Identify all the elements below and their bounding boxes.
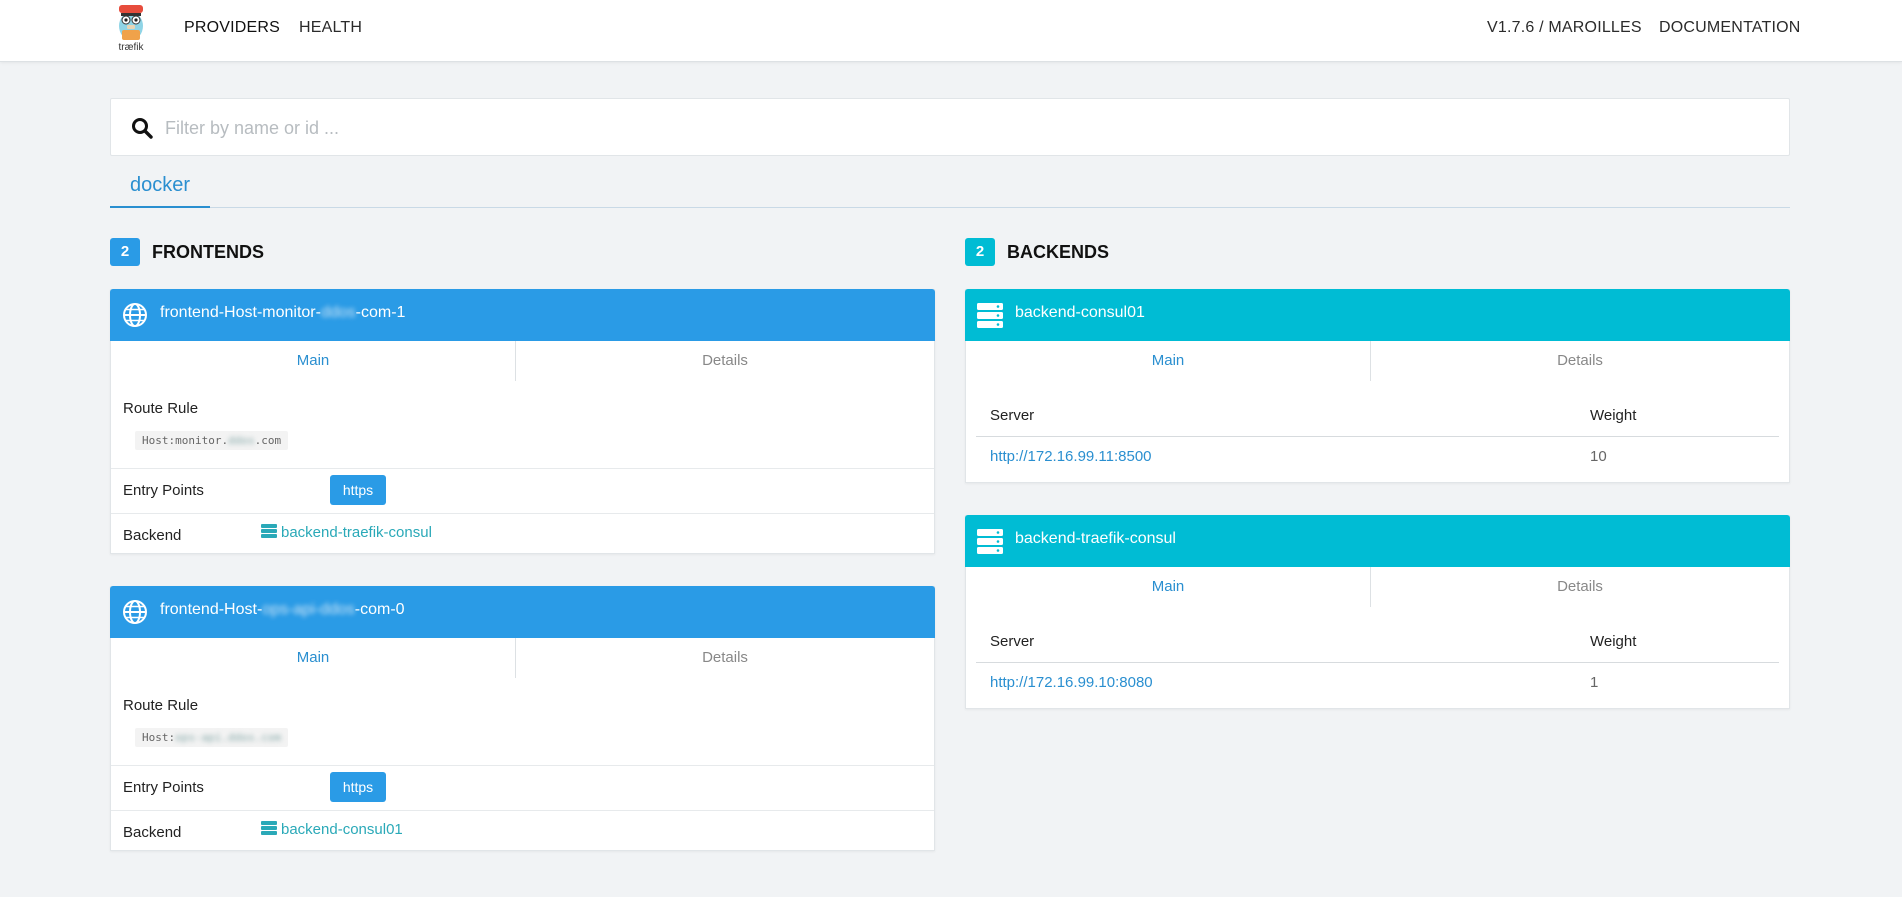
- backend-name: backend-consul01: [1015, 304, 1145, 321]
- search-bar: [110, 98, 1790, 156]
- tab-details[interactable]: Details: [1371, 567, 1789, 607]
- server-icon: [977, 529, 1003, 554]
- table-divider: [976, 662, 1779, 663]
- row-divider: [111, 513, 934, 514]
- logo-text: træfik: [118, 42, 144, 53]
- entry-points-label: Entry Points: [123, 482, 204, 499]
- frontend-card: frontend-Host-ops-api-ddos-com-0 Main De…: [110, 586, 935, 851]
- tab-details[interactable]: Details: [516, 341, 934, 381]
- frontend-name-prefix: frontend-Host-: [160, 601, 263, 618]
- server-icon: [261, 821, 277, 835]
- globe-icon: [123, 303, 147, 327]
- server-url-link[interactable]: http://172.16.99.11:8500: [990, 448, 1152, 465]
- column-header-server: Server: [990, 633, 1035, 650]
- route-rule-value: Host:monitor.ddos.com: [135, 431, 289, 450]
- frontend-name-suffix: -com-1: [355, 304, 406, 321]
- server-icon: [261, 524, 277, 538]
- frontend-name: frontend-Host-ops-api-ddos-com-0: [160, 601, 405, 619]
- frontends-count-badge: 2: [110, 238, 140, 266]
- tab-details[interactable]: Details: [516, 638, 934, 678]
- route-rule-masked: ops-api.ddos.com: [175, 731, 282, 744]
- backend-link-text: backend-consul01: [281, 821, 403, 838]
- frontend-name-masked: ops-api-ddos: [262, 601, 355, 618]
- backend-link[interactable]: backend-traefik-consul: [261, 524, 432, 541]
- globe-icon: [123, 600, 147, 624]
- tab-main[interactable]: Main: [966, 341, 1371, 381]
- route-rule-label: Route Rule: [123, 400, 199, 417]
- backend-card-tabs: Main Details: [966, 341, 1789, 381]
- nav-documentation[interactable]: DOCUMENTATION: [1659, 19, 1801, 37]
- backends-count-badge: 2: [965, 238, 995, 266]
- top-navbar: træfik PROVIDERS HEALTH V1.7.6 / MAROILL…: [0, 0, 1902, 62]
- route-rule-value: Host:ops-api.ddos.com: [135, 728, 289, 747]
- nav-providers[interactable]: PROVIDERS: [184, 19, 280, 37]
- backend-label: Backend: [123, 527, 182, 544]
- server-icon: [977, 303, 1003, 328]
- table-divider: [976, 436, 1779, 437]
- backend-card: backend-traefik-consul Main Details Serv…: [965, 515, 1790, 709]
- server-weight: 1: [1590, 674, 1599, 691]
- column-header-weight: Weight: [1590, 633, 1637, 650]
- frontend-name: frontend-Host-monitor-ddos-com-1: [160, 304, 405, 322]
- frontends-heading: 2 FRONTENDS: [110, 238, 410, 266]
- route-rule-masked: ddos: [228, 434, 255, 447]
- provider-tabs: docker: [110, 170, 1790, 208]
- tab-main[interactable]: Main: [111, 638, 516, 678]
- route-rule-label: Route Rule: [123, 697, 199, 714]
- frontend-name-suffix: -com-0: [354, 601, 405, 618]
- row-divider: [111, 810, 934, 811]
- frontend-card-header[interactable]: frontend-Host-monitor-ddos-com-1: [110, 289, 935, 341]
- backend-card-header[interactable]: backend-traefik-consul: [965, 515, 1790, 567]
- traefik-logo[interactable]: træfik: [112, 2, 150, 54]
- frontend-card-header[interactable]: frontend-Host-ops-api-ddos-com-0: [110, 586, 935, 638]
- frontend-name-masked: ddos: [320, 304, 356, 321]
- column-header-weight: Weight: [1590, 407, 1637, 424]
- frontend-card-tabs: Main Details: [111, 638, 934, 678]
- frontends-title: FRONTENDS: [152, 242, 264, 262]
- search-icon: [132, 118, 153, 139]
- frontend-name-prefix: frontend-Host-monitor-: [160, 304, 321, 321]
- backend-card-header[interactable]: backend-consul01: [965, 289, 1790, 341]
- tab-main[interactable]: Main: [111, 341, 516, 381]
- entry-points-label: Entry Points: [123, 779, 204, 796]
- tab-docker[interactable]: docker: [110, 170, 210, 208]
- column-header-server: Server: [990, 407, 1035, 424]
- backend-name: backend-traefik-consul: [1015, 530, 1176, 547]
- nav-version[interactable]: V1.7.6 / MAROILLES: [1487, 19, 1642, 37]
- backend-card-tabs: Main Details: [966, 567, 1789, 607]
- server-url-link[interactable]: http://172.16.99.10:8080: [990, 674, 1153, 691]
- row-divider: [111, 765, 934, 766]
- server-weight: 10: [1590, 448, 1607, 465]
- backend-link[interactable]: backend-consul01: [261, 821, 403, 838]
- backends-heading: 2 BACKENDS: [965, 238, 1265, 266]
- entry-point-badge[interactable]: https: [330, 772, 386, 802]
- backends-title: BACKENDS: [1007, 242, 1110, 262]
- route-rule-prefix: Host:monitor.: [142, 434, 229, 447]
- tab-details[interactable]: Details: [1371, 341, 1789, 381]
- gopher-logo-icon: [119, 5, 143, 40]
- row-divider: [111, 468, 934, 469]
- backend-label: Backend: [123, 824, 182, 841]
- backend-card: backend-consul01 Main Details Server Wei…: [965, 289, 1790, 483]
- backend-link-text: backend-traefik-consul: [281, 524, 432, 541]
- tab-main[interactable]: Main: [966, 567, 1371, 607]
- route-rule-prefix: Host:: [142, 731, 176, 744]
- entry-point-badge[interactable]: https: [330, 475, 386, 505]
- search-input[interactable]: [165, 109, 1765, 147]
- frontend-card: frontend-Host-monitor-ddos-com-1 Main De…: [110, 289, 935, 554]
- frontend-card-tabs: Main Details: [111, 341, 934, 381]
- nav-health[interactable]: HEALTH: [299, 19, 362, 37]
- route-rule-suffix: .com: [254, 434, 282, 447]
